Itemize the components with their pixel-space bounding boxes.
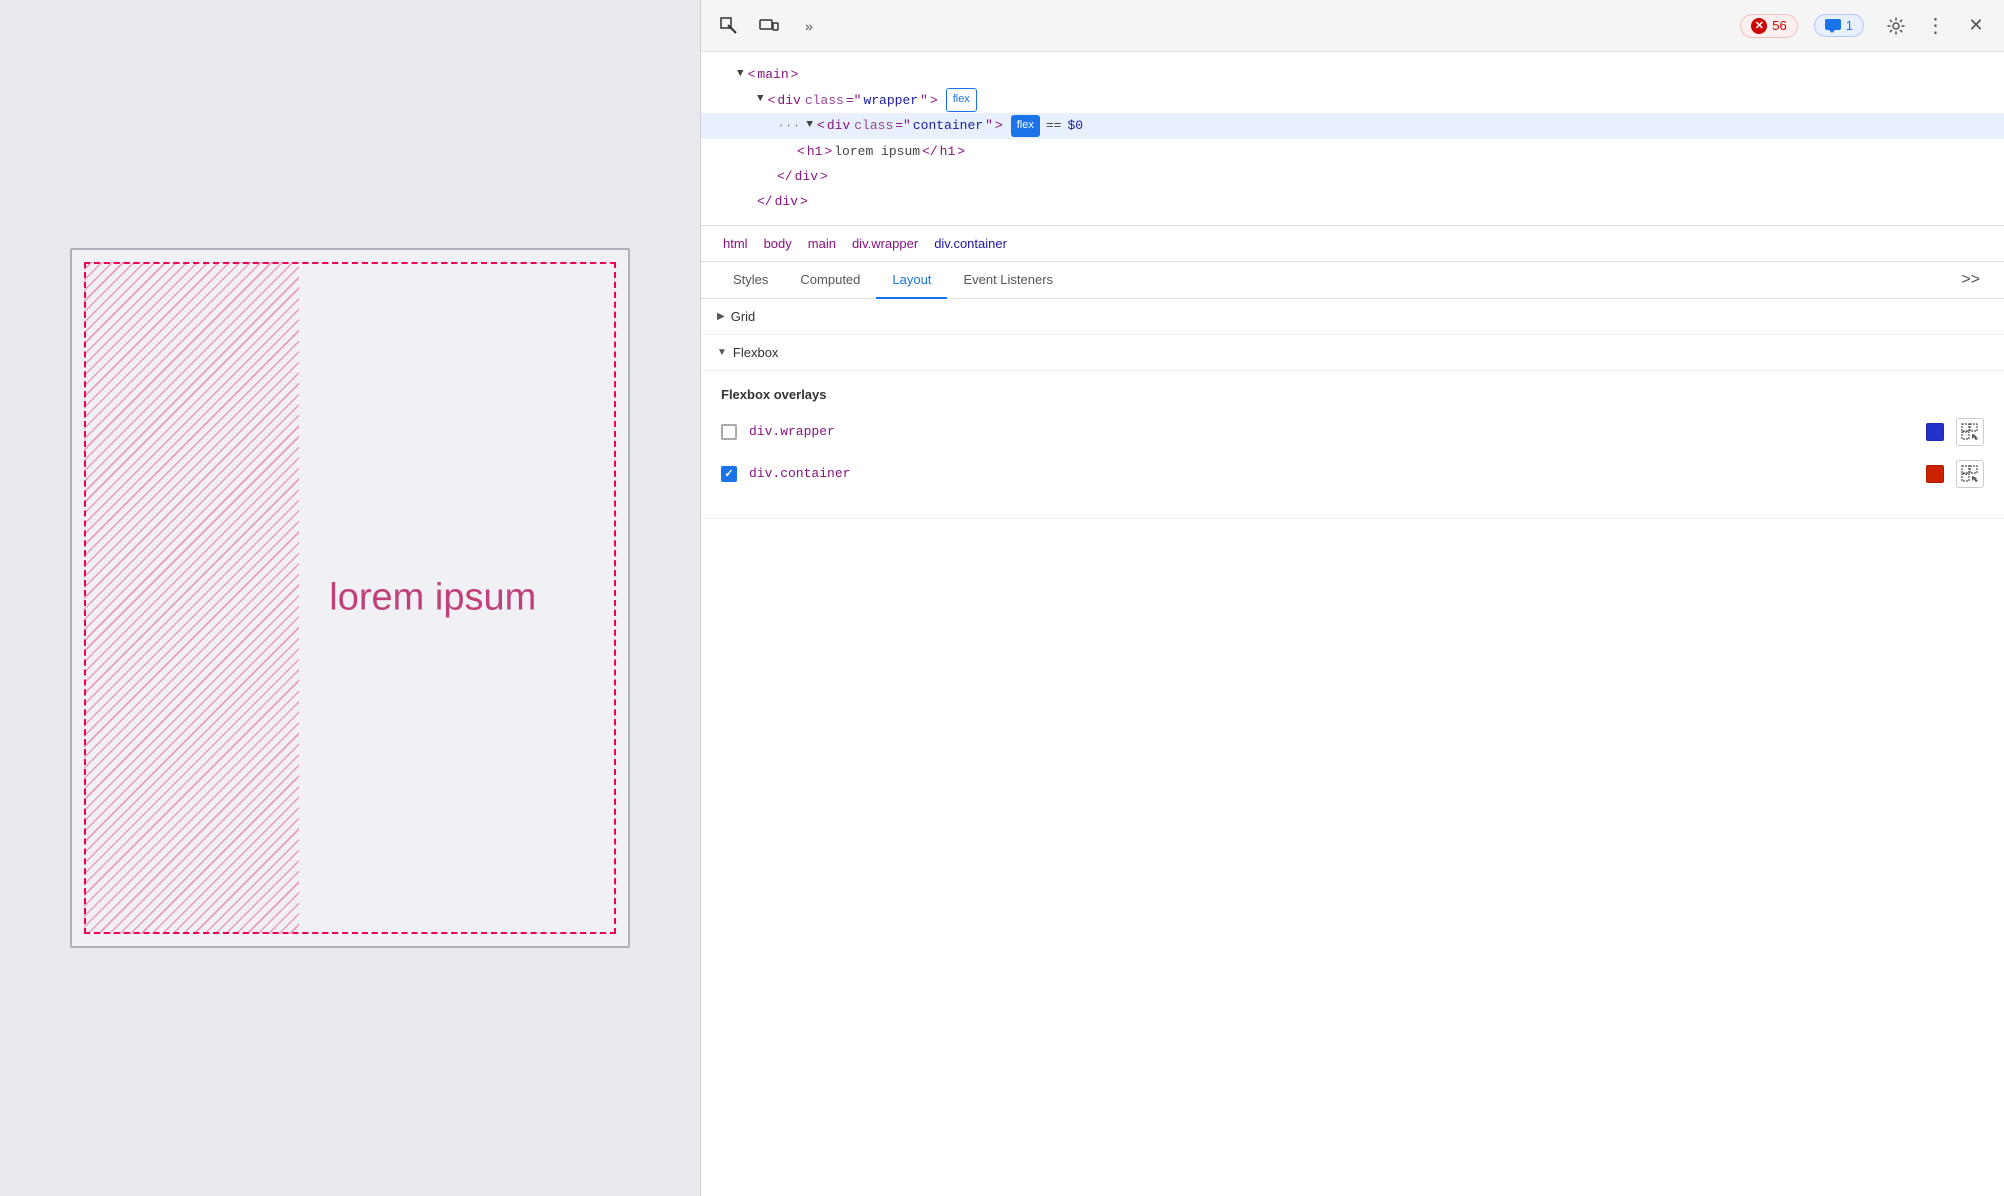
wrapper-overlay-select-button[interactable] [1956, 418, 1984, 446]
tab-layout[interactable]: Layout [876, 262, 947, 299]
dom-tree: ▼ <main> ▼ <div class="wrapper" > flex ·… [701, 52, 2004, 226]
tree-arrow: ▼ [757, 90, 764, 110]
dom-container-line[interactable]: ··· ▼ <div class="container" > flex == $… [701, 113, 2004, 138]
layout-panel: ▶ Grid ▼ Flexbox Flexbox overlays div.wr… [701, 299, 2004, 1196]
breadcrumb-html[interactable]: html [717, 234, 754, 253]
error-icon: ✕ [1751, 18, 1767, 34]
flexbox-arrow-icon: ▼ [717, 347, 727, 358]
preview-lorem-text: lorem ipsum [329, 577, 536, 620]
flex-badge-container: flex [1011, 115, 1040, 137]
wrapper-overlay-label: div.wrapper [749, 424, 1914, 439]
close-devtools-button[interactable]: ✕ [1960, 10, 1992, 42]
container-overlay-select-button[interactable] [1956, 460, 1984, 488]
dom-close-wrapper-line[interactable]: </div> [701, 189, 2004, 214]
devtools-panel: » ✕ 56 1 ⋮ ✕ [700, 0, 2004, 1196]
tree-arrow: ▼ [737, 65, 744, 85]
breadcrumb-main[interactable]: main [802, 234, 842, 253]
chevron-right-icon: » [805, 18, 813, 34]
ellipsis-icon: ⋮ [1926, 13, 1947, 38]
container-overlay-label: div.container [749, 466, 1914, 481]
error-badge[interactable]: ✕ 56 [1740, 14, 1797, 38]
container-overlay-checkbox[interactable] [721, 466, 737, 482]
comment-icon [1825, 19, 1841, 33]
flexbox-overlays-title: Flexbox overlays [721, 387, 1984, 402]
comment-badge[interactable]: 1 [1814, 14, 1864, 37]
overlay-row-container: div.container [721, 460, 1984, 488]
dom-main-line[interactable]: ▼ <main> [701, 62, 2004, 87]
tab-computed[interactable]: Computed [784, 262, 876, 299]
flexbox-section-content: Flexbox overlays div.wrapper [701, 371, 2004, 519]
error-count: 56 [1772, 18, 1786, 33]
browser-preview: lorem ipsum [0, 0, 700, 1196]
overlay-row-wrapper: div.wrapper [721, 418, 1984, 446]
more-tools-button[interactable]: » [793, 10, 825, 42]
flex-badge-wrapper: flex [946, 88, 977, 112]
ellipsis-indicator: ··· [777, 114, 800, 137]
tree-arrow: ▼ [806, 116, 813, 136]
comment-count: 1 [1846, 18, 1853, 33]
devtools-toolbar: » ✕ 56 1 ⋮ ✕ [701, 0, 2004, 52]
dom-wrapper-line[interactable]: ▼ <div class="wrapper" > flex [701, 87, 2004, 113]
settings-button[interactable] [1880, 10, 1912, 42]
dom-close-container-line[interactable]: </div> [701, 164, 2004, 189]
grid-section-header[interactable]: ▶ Grid [701, 299, 2004, 335]
breadcrumb-container[interactable]: div.container [928, 234, 1013, 253]
select-overlay-icon [1961, 423, 1979, 441]
tabs-more-button[interactable]: >> [1953, 263, 1988, 297]
container-color-swatch[interactable] [1926, 465, 1944, 483]
close-icon: ✕ [1968, 15, 1983, 36]
flexbox-section-label: Flexbox [733, 345, 779, 360]
device-toolbar-button[interactable] [753, 10, 785, 42]
breadcrumb: html body main div.wrapper div.container [701, 226, 2004, 262]
breadcrumb-body[interactable]: body [758, 234, 798, 253]
tab-event-listeners[interactable]: Event Listeners [947, 262, 1069, 299]
inspect-element-button[interactable] [713, 10, 745, 42]
tab-styles[interactable]: Styles [717, 262, 784, 299]
grid-arrow-icon: ▶ [717, 311, 725, 322]
breadcrumb-wrapper[interactable]: div.wrapper [846, 234, 924, 253]
dom-h1-line[interactable]: <h1>lorem ipsum</h1> [701, 139, 2004, 164]
panel-tabs: Styles Computed Layout Event Listeners >… [701, 262, 2004, 299]
select-overlay-icon [1961, 465, 1979, 483]
flexbox-section-header[interactable]: ▼ Flexbox [701, 335, 2004, 371]
wrapper-color-swatch[interactable] [1926, 423, 1944, 441]
preview-frame: lorem ipsum [70, 248, 630, 948]
more-options-button[interactable]: ⋮ [1920, 10, 1952, 42]
grid-section-label: Grid [731, 309, 756, 324]
wrapper-overlay-checkbox[interactable] [721, 424, 737, 440]
gear-icon [1887, 17, 1905, 35]
